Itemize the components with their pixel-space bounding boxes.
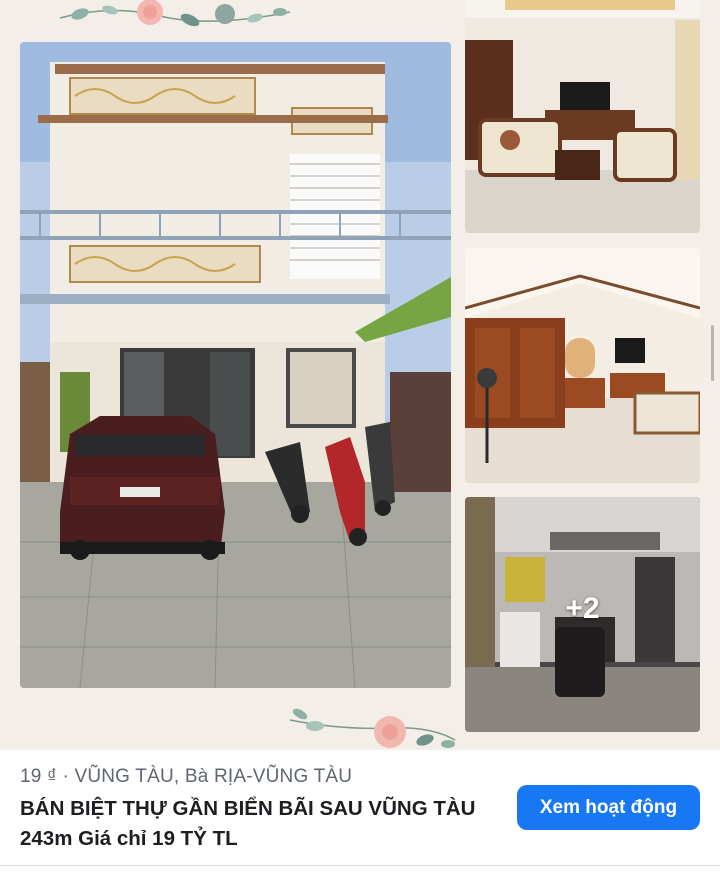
bedroom-photo[interactable] [465,248,700,483]
scrollbar[interactable] [711,325,714,381]
listing-info: 19 ₫ · VŨNG TÀU, Bà RỊA-VŨNG TÀU BÁN BIỆ… [0,750,720,892]
more-photos-count[interactable]: +2 [465,592,700,626]
living-room-photo[interactable] [465,0,700,233]
view-activity-button[interactable]: Xem hoạt động [517,785,700,830]
listing-title[interactable]: BÁN BIỆT THỰ GẦN BIỂN BÃI SAU VŨNG TÀU 2… [20,794,510,854]
villa-exterior-photo[interactable] [20,42,451,688]
floral-decoration [289,708,456,748]
price-location: 19 ₫ · VŨNG TÀU, Bà RỊA-VŨNG TÀU [20,766,353,787]
divider [0,865,720,866]
floral-decoration [59,0,291,27]
photo-gallery: +2 [0,0,720,750]
